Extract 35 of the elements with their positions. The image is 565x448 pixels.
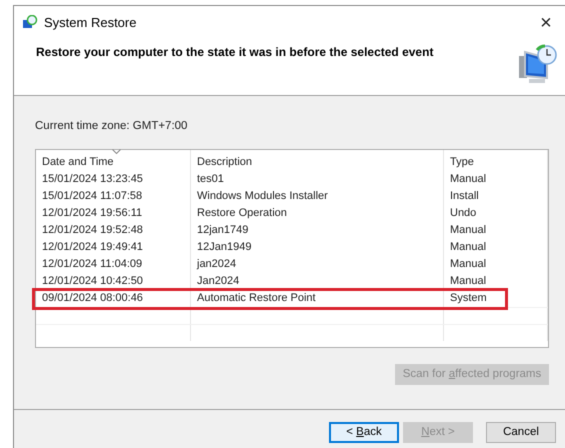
column-header[interactable]: Type — [444, 150, 548, 172]
table-cell: Manual — [444, 256, 548, 274]
table-cell: Automatic Restore Point — [191, 290, 444, 308]
table-cell: jan2024 — [191, 256, 444, 274]
close-button[interactable]: × — [531, 9, 561, 37]
column-header[interactable]: Date and Time — [36, 150, 191, 172]
table-cell: 12/01/2024 19:49:41 — [36, 239, 191, 256]
table-cell: System — [444, 290, 548, 308]
table-cell: Windows Modules Installer — [191, 188, 444, 206]
table-cell: Manual — [444, 239, 548, 256]
table-cell: 12/01/2024 10:42:50 — [36, 273, 191, 290]
table-cell: 12Jan1949 — [191, 239, 444, 256]
table-cell: 12/01/2024 11:04:09 — [36, 256, 191, 274]
column-header[interactable]: Description — [191, 150, 444, 172]
app-icon — [22, 15, 38, 31]
dialog-heading: Restore your computer to the state it was in before the selected event — [36, 44, 434, 61]
table-cell: 12/01/2024 19:52:48 — [36, 222, 191, 240]
timezone-label: Current time zone: GMT+7:00 — [35, 119, 188, 134]
table-cell: Undo — [444, 205, 548, 222]
window-title: System Restore — [44, 14, 136, 32]
table-cell: Jan2024 — [191, 273, 444, 290]
table-cell: tes01 — [191, 171, 444, 188]
table-cell: Restore Operation — [191, 205, 444, 222]
wizard-button[interactable]: < Back — [329, 422, 399, 444]
table-cell: Manual — [444, 171, 548, 188]
wizard-button[interactable]: Cancel — [486, 422, 556, 444]
table-cell: 12jan1749 — [191, 222, 444, 240]
table-cell: Install — [444, 188, 548, 206]
table-cell: 09/01/2024 08:00:46 — [36, 290, 191, 308]
table-cell: 15/01/2024 11:07:58 — [36, 188, 191, 206]
table-cell: 12/01/2024 19:56:11 — [36, 205, 191, 222]
table-cell: Manual — [444, 222, 548, 240]
table-cell: Manual — [444, 273, 548, 290]
table-cell: 15/01/2024 13:23:45 — [36, 171, 191, 188]
computer-clock-icon — [517, 44, 557, 86]
